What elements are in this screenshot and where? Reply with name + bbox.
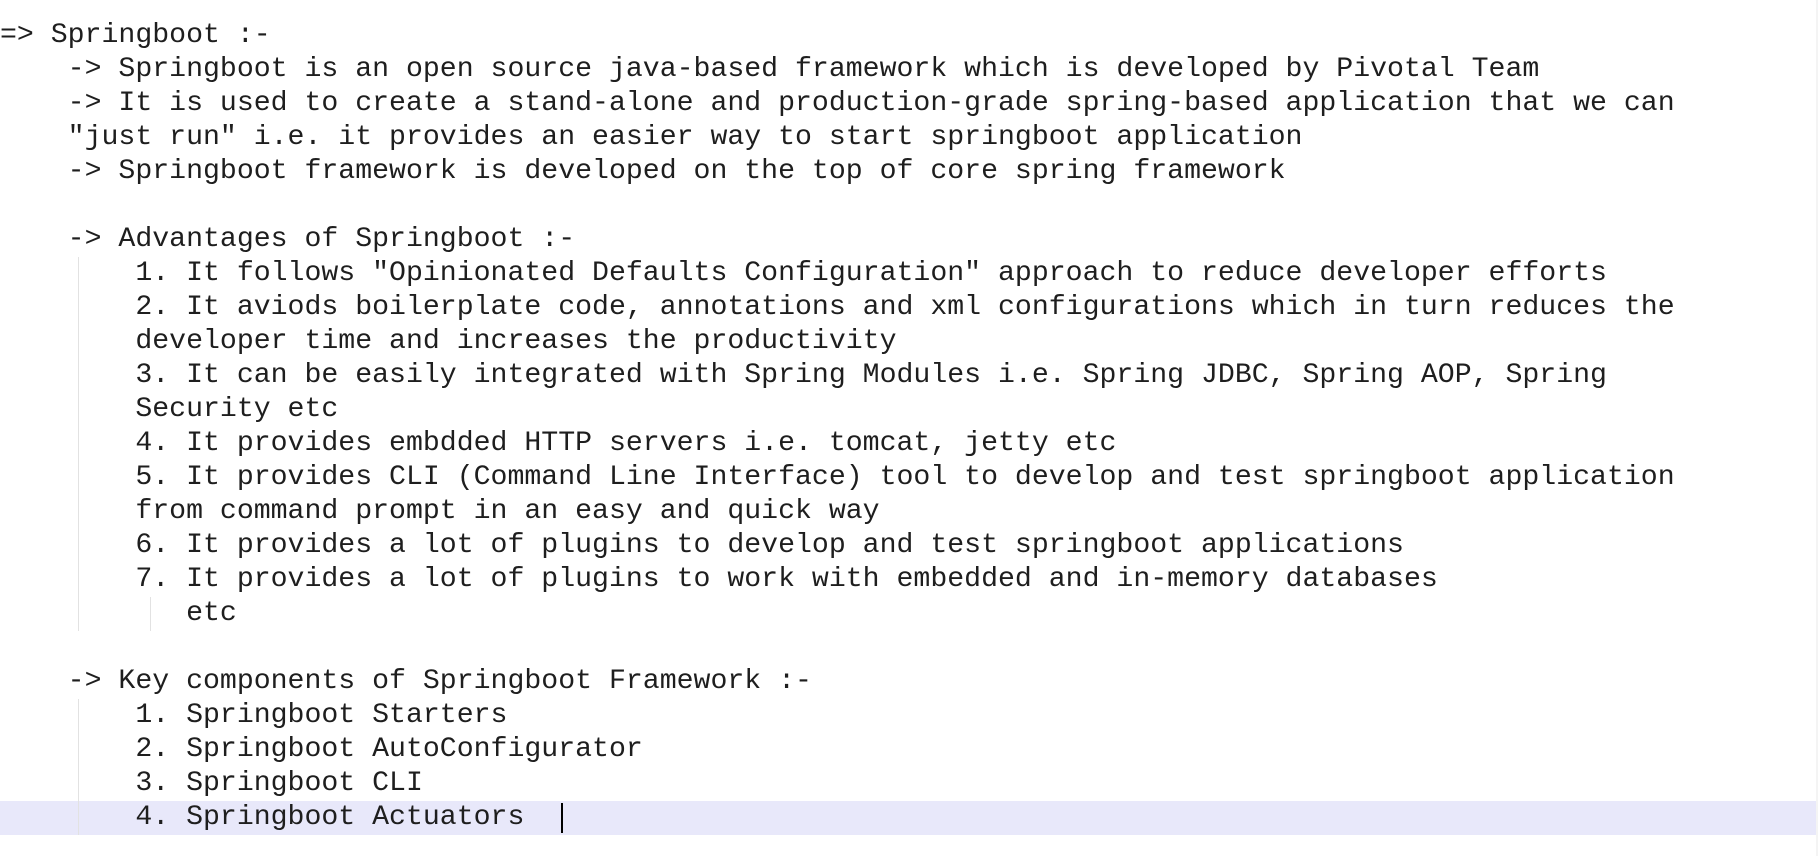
line-text: developer time and increases the product… [0,326,897,357]
line-text: 6. It provides a lot of plugins to devel… [0,530,1404,561]
line-text: -> Key components of Springboot Framewor… [0,666,812,697]
editor-line: 6. It provides a lot of plugins to devel… [0,529,1818,563]
editor-line: 2. It aviods boilerplate code, annotatio… [0,291,1818,325]
line-text: -> It is used to create a stand-alone an… [0,88,1675,119]
editor-line: 7. It provides a lot of plugins to work … [0,563,1818,597]
line-text: 5. It provides CLI (Command Line Interfa… [0,462,1675,493]
editor-line-current: 4. Springboot Actuators [0,801,1818,835]
editor-line: Security etc [0,393,1818,427]
editor-line: 5. It provides CLI (Command Line Interfa… [0,461,1818,495]
line-text: 4. It provides embdded HTTP servers i.e.… [0,428,1117,459]
line-text: 1. Springboot Starters [0,700,508,731]
editor-line: => Springboot :- [0,19,1818,53]
line-text: 3. Springboot CLI [0,768,423,799]
editor-line: "just run" i.e. it provides an easier wa… [0,121,1818,155]
indent-guide [150,597,151,631]
line-text: "just run" i.e. it provides an easier wa… [0,122,1303,153]
text-cursor [561,803,563,833]
editor-line: -> Springboot is an open source java-bas… [0,53,1818,87]
line-text: 2. It aviods boilerplate code, annotatio… [0,292,1675,323]
editor-line: etc [0,597,1818,631]
line-text: -> Springboot is an open source java-bas… [0,54,1540,85]
indent-guide [78,699,79,835]
editor-line: developer time and increases the product… [0,325,1818,359]
editor-line: 3. It can be easily integrated with Spri… [0,359,1818,393]
text-editor[interactable]: => Springboot :- -> Springboot is an ope… [0,0,1818,856]
editor-line: 1. It follows "Opinionated Defaults Conf… [0,257,1818,291]
editor-line: 4. It provides embdded HTTP servers i.e.… [0,427,1818,461]
line-text: 2. Springboot AutoConfigurator [0,734,643,765]
editor-line: -> It is used to create a stand-alone an… [0,87,1818,121]
editor-line: 3. Springboot CLI [0,767,1818,801]
indent-guide [78,257,79,631]
line-text: etc [0,598,237,629]
line-text: Security etc [0,394,339,425]
editor-line: -> Key components of Springboot Framewor… [0,665,1818,699]
line-text: -> Advantages of Springboot :- [0,224,576,255]
editor-line: -> Springboot framework is developed on … [0,155,1818,189]
editor-line: -> Advantages of Springboot :- [0,223,1818,257]
editor-line: 2. Springboot AutoConfigurator [0,733,1818,767]
editor-line: 1. Springboot Starters [0,699,1818,733]
line-text: 1. It follows "Opinionated Defaults Conf… [0,258,1607,289]
line-text: -> Springboot framework is developed on … [0,156,1286,187]
line-text: 7. It provides a lot of plugins to work … [0,564,1438,595]
line-text: => Springboot :- [0,20,271,51]
line-text: 3. It can be easily integrated with Spri… [0,360,1607,391]
line-text: from command prompt in an easy and quick… [0,496,880,527]
editor-line: from command prompt in an easy and quick… [0,495,1818,529]
